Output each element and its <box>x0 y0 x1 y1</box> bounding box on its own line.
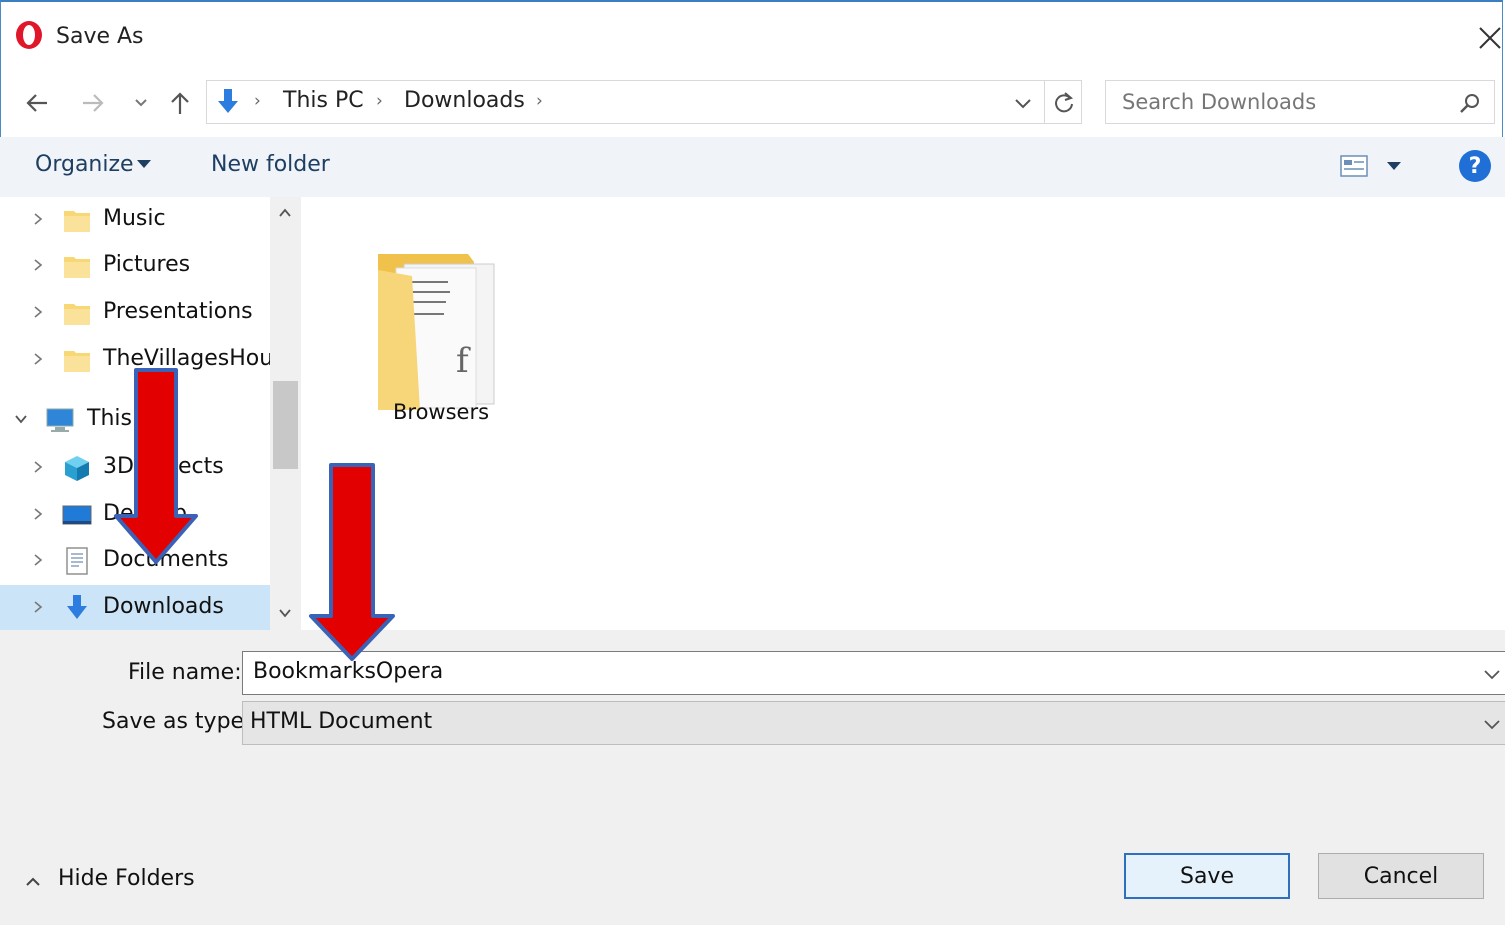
change-view-icon[interactable] <box>1340 154 1368 178</box>
desktop-icon <box>62 505 92 525</box>
save-as-type-value: HTML Document <box>250 709 433 734</box>
back-arrow-icon <box>26 94 47 112</box>
tree-item-label: Presentations <box>103 299 253 324</box>
search-icon[interactable] <box>1458 91 1482 115</box>
downloads-icon <box>67 595 87 619</box>
tree-item-label: Pictures <box>103 252 191 277</box>
chevron-right-icon[interactable] <box>30 304 46 320</box>
chevron-down-icon[interactable] <box>1482 714 1502 734</box>
chevron-right-icon[interactable] <box>30 552 46 568</box>
new-folder-button[interactable]: New folder <box>211 152 330 177</box>
cancel-button[interactable]: Cancel <box>1318 853 1484 899</box>
folder-item-label[interactable]: Browsers <box>393 400 489 424</box>
chevron-right-icon[interactable] <box>30 599 46 615</box>
tree-scrollbar[interactable] <box>270 197 301 630</box>
chevron-right-icon[interactable] <box>30 459 46 475</box>
folder-icon <box>64 351 90 372</box>
tree-item-label: Downloads <box>103 594 224 619</box>
folder-icon <box>64 304 90 325</box>
chevron-right-icon[interactable] <box>30 506 46 522</box>
documents-icon <box>66 547 88 575</box>
search-input[interactable]: Search Downloads <box>1122 90 1316 114</box>
scrollbar-thumb[interactable] <box>273 381 298 469</box>
file-name-input[interactable]: BookmarksOpera <box>253 659 443 684</box>
help-button[interactable]: ? <box>1459 150 1491 182</box>
tree-item-downloads[interactable]: Downloads <box>0 585 270 630</box>
search-box[interactable]: Search Downloads <box>1105 80 1495 124</box>
back-button[interactable] <box>20 86 54 120</box>
chevron-right-icon[interactable] <box>30 351 46 367</box>
save-as-type-select[interactable]: HTML Document <box>242 701 1505 745</box>
computer-icon <box>46 408 74 432</box>
folder-icon <box>64 211 90 232</box>
breadcrumb-separator: › <box>254 91 261 111</box>
file-name-field[interactable]: BookmarksOpera <box>242 651 1505 695</box>
tree-item-music[interactable]: Music <box>0 197 270 243</box>
downloads-icon <box>218 89 238 113</box>
close-icon[interactable] <box>1474 22 1505 54</box>
breadcrumb-downloads[interactable]: Downloads <box>404 88 525 113</box>
file-name-label: File name: <box>128 660 242 685</box>
annotation-arrow-icon <box>309 463 395 661</box>
tree-item-label: Music <box>103 206 166 231</box>
chevron-up-icon[interactable] <box>24 873 42 891</box>
breadcrumb-this-pc[interactable]: This PC <box>283 88 364 113</box>
chevron-down-icon <box>135 99 147 107</box>
folder-icon <box>64 257 90 278</box>
organize-button[interactable]: Organize <box>35 152 134 177</box>
scroll-up-icon[interactable] <box>277 205 293 221</box>
forward-arrow-icon <box>83 94 104 112</box>
chevron-right-icon[interactable] <box>30 257 46 273</box>
address-dropdown-icon[interactable] <box>1010 90 1036 116</box>
chevron-right-icon[interactable] <box>30 211 46 227</box>
annotation-arrow-icon <box>114 368 198 564</box>
breadcrumb-separator[interactable]: › <box>536 91 543 111</box>
view-options-caret-icon[interactable] <box>1387 162 1401 170</box>
hide-folders-button[interactable]: Hide Folders <box>58 866 195 891</box>
organize-caret-icon[interactable] <box>137 160 151 168</box>
opera-logo-icon <box>16 21 42 49</box>
up-arrow-icon <box>171 92 189 114</box>
window-title: Save As <box>56 24 144 49</box>
chevron-down-icon[interactable] <box>1482 664 1502 684</box>
save-as-type-label: Save as type: <box>102 709 252 734</box>
breadcrumb-separator: › <box>376 91 383 111</box>
recent-locations-button[interactable] <box>124 86 158 120</box>
chevron-down-icon[interactable] <box>13 411 29 427</box>
forward-button[interactable] <box>76 86 110 120</box>
refresh-icon <box>1055 92 1074 113</box>
scroll-down-icon[interactable] <box>277 605 293 621</box>
refresh-button[interactable] <box>1044 81 1083 123</box>
save-button[interactable]: Save <box>1124 853 1290 899</box>
up-button[interactable] <box>163 86 197 120</box>
3d-objects-icon <box>65 456 89 481</box>
tree-item-pictures[interactable]: Pictures <box>0 243 270 289</box>
tree-item-presentations[interactable]: Presentations <box>0 290 270 336</box>
